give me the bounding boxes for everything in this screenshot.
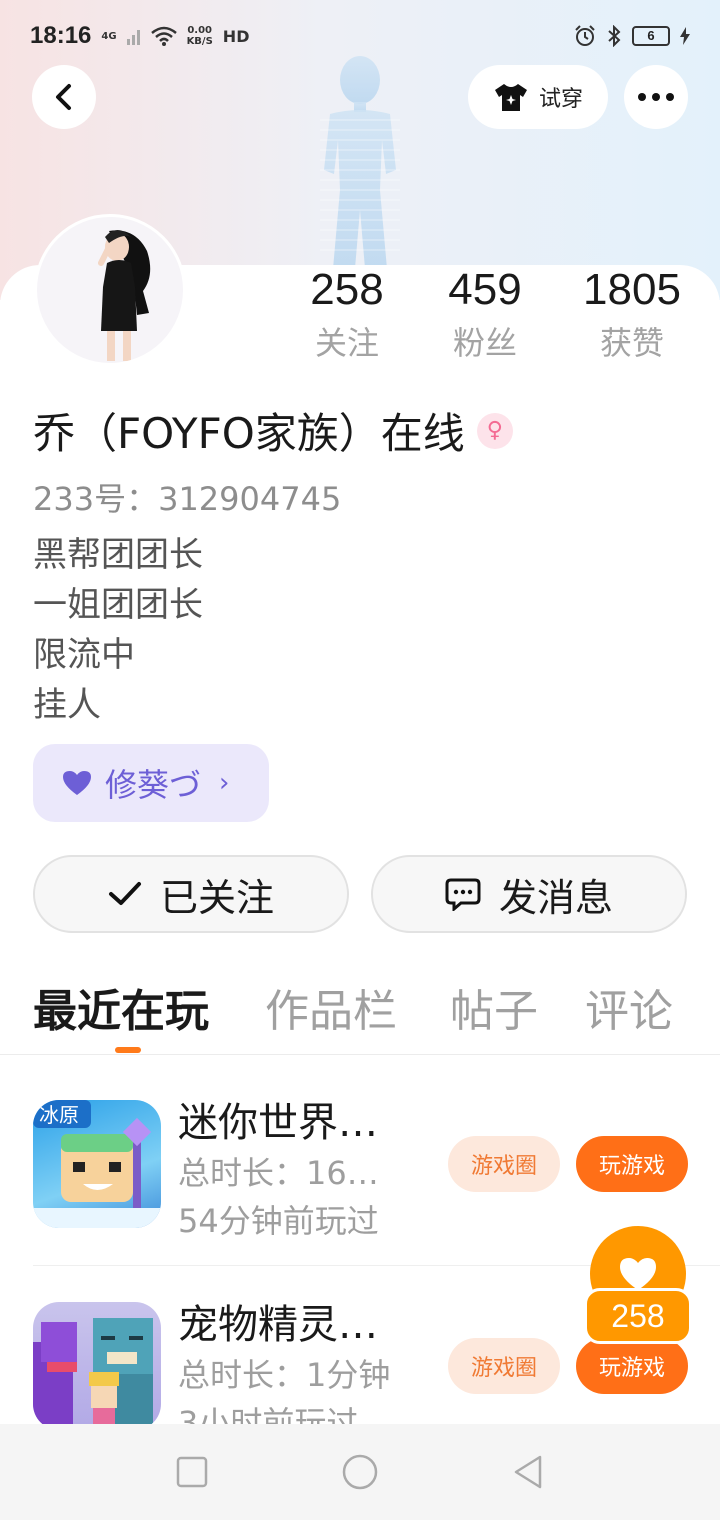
game-last-played: 54分钟前玩过	[178, 1202, 379, 1240]
stat-following-count: 258	[310, 265, 384, 314]
more-button[interactable]	[624, 65, 688, 129]
followed-button[interactable]: 已关注	[33, 855, 349, 933]
send-message-label: 发消息	[498, 875, 613, 920]
user-id[interactable]: 233号：312904745	[33, 474, 341, 520]
bio-line: 一姐团团长	[33, 585, 203, 625]
home-icon[interactable]	[341, 1453, 379, 1491]
bio-line: 限流中	[33, 635, 135, 675]
stats-row: 258 关注 459 粉丝 1805 获赞	[280, 262, 710, 372]
network-type: 4G	[101, 30, 117, 42]
active-tab-indicator	[115, 1047, 141, 1053]
game-title: 宠物精灵…	[178, 1302, 378, 1348]
wifi-icon	[150, 26, 177, 46]
game-art	[33, 1318, 153, 1430]
game-circle-button[interactable]: 游戏圈	[448, 1338, 560, 1394]
avatar-character	[98, 230, 151, 361]
list-item[interactable]: 冰原 迷你世界… 总时长：16… 54分钟前玩过 游戏圈 玩游戏	[0, 1070, 720, 1260]
check-icon	[108, 882, 141, 905]
play-game-button[interactable]: 玩游戏	[576, 1338, 688, 1394]
game-icon-mini-world[interactable]: 冰原	[33, 1100, 161, 1228]
status-bar: 18:16 4G 0.00 KB/S HD 6	[0, 0, 720, 72]
system-nav-bar	[0, 1424, 720, 1520]
heart-handshake-icon	[63, 771, 91, 795]
avatar[interactable]	[34, 214, 186, 366]
stat-following-label: 关注	[314, 324, 379, 362]
chat-bubble-icon	[445, 878, 481, 911]
tab-works[interactable]: 作品栏	[265, 975, 397, 1039]
game-circle-button[interactable]: 游戏圈	[448, 1136, 560, 1192]
back-button[interactable]	[32, 65, 96, 129]
stat-fans-count: 459	[448, 265, 522, 314]
signal-icon	[126, 30, 140, 45]
username: 乔（FOYFO家族）在线	[33, 409, 465, 458]
game-title: 迷你世界…	[178, 1100, 378, 1146]
stat-likes-label: 获赞	[599, 324, 664, 362]
divider	[0, 1054, 720, 1055]
game-art: 冰原	[33, 1100, 161, 1228]
heart-icon	[620, 1258, 656, 1290]
tshirt-icon	[494, 84, 527, 111]
profile-tabs: 最近在玩 作品栏 帖子 评论	[33, 975, 693, 1055]
try-on-label: 试穿	[538, 87, 583, 112]
stat-fans-label: 粉丝	[452, 324, 517, 362]
more-dots-icon	[638, 93, 674, 101]
female-gender-icon: ♀	[476, 412, 513, 449]
game-icon-pet-elf[interactable]	[33, 1302, 161, 1430]
network-speed: 0.00 KB/S	[186, 25, 213, 47]
svg-text:冰原: 冰原	[39, 1103, 79, 1127]
tab-comments[interactable]: 评论	[585, 975, 673, 1039]
bluetooth-icon	[608, 25, 621, 47]
stat-likes[interactable]: 1805 获赞	[576, 262, 688, 368]
tab-recently-played[interactable]: 最近在玩	[33, 975, 209, 1039]
game-duration: 总时长：16…	[178, 1154, 379, 1192]
bio-line: 黑帮团团长	[33, 535, 203, 575]
game-duration: 总时长：1分钟	[178, 1356, 391, 1394]
recent-apps-icon[interactable]	[176, 1456, 208, 1488]
bio-line: 挂人	[33, 685, 101, 725]
charging-icon	[680, 27, 690, 45]
stat-likes-count: 1805	[583, 265, 681, 314]
chevron-left-icon	[56, 84, 71, 110]
send-message-button[interactable]: 发消息	[371, 855, 687, 933]
followed-label: 已关注	[159, 875, 274, 920]
back-nav-icon[interactable]	[512, 1454, 544, 1490]
3d-avatar-figure[interactable]	[300, 50, 420, 280]
chevron-right-icon: ›	[219, 768, 230, 798]
like-count-badge: 258	[584, 1288, 692, 1344]
battery-indicator: 6	[632, 26, 670, 46]
guild-link[interactable]: 修葵づ ›	[33, 744, 269, 822]
stat-following[interactable]: 258 关注	[300, 262, 394, 368]
play-game-button[interactable]: 玩游戏	[576, 1136, 688, 1192]
stat-fans[interactable]: 459 粉丝	[438, 262, 532, 368]
tab-posts[interactable]: 帖子	[450, 975, 538, 1039]
name-row: 乔（FOYFO家族）在线 ♀	[33, 400, 513, 461]
bio: 黑帮团团长 一姐团团长 限流中 挂人	[33, 530, 203, 730]
alarm-icon	[575, 25, 595, 46]
hd-icon: HD	[222, 26, 250, 46]
guild-name: 修葵づ	[105, 766, 202, 804]
clock: 18:16	[30, 22, 92, 49]
try-on-button[interactable]: 试穿	[468, 65, 608, 129]
